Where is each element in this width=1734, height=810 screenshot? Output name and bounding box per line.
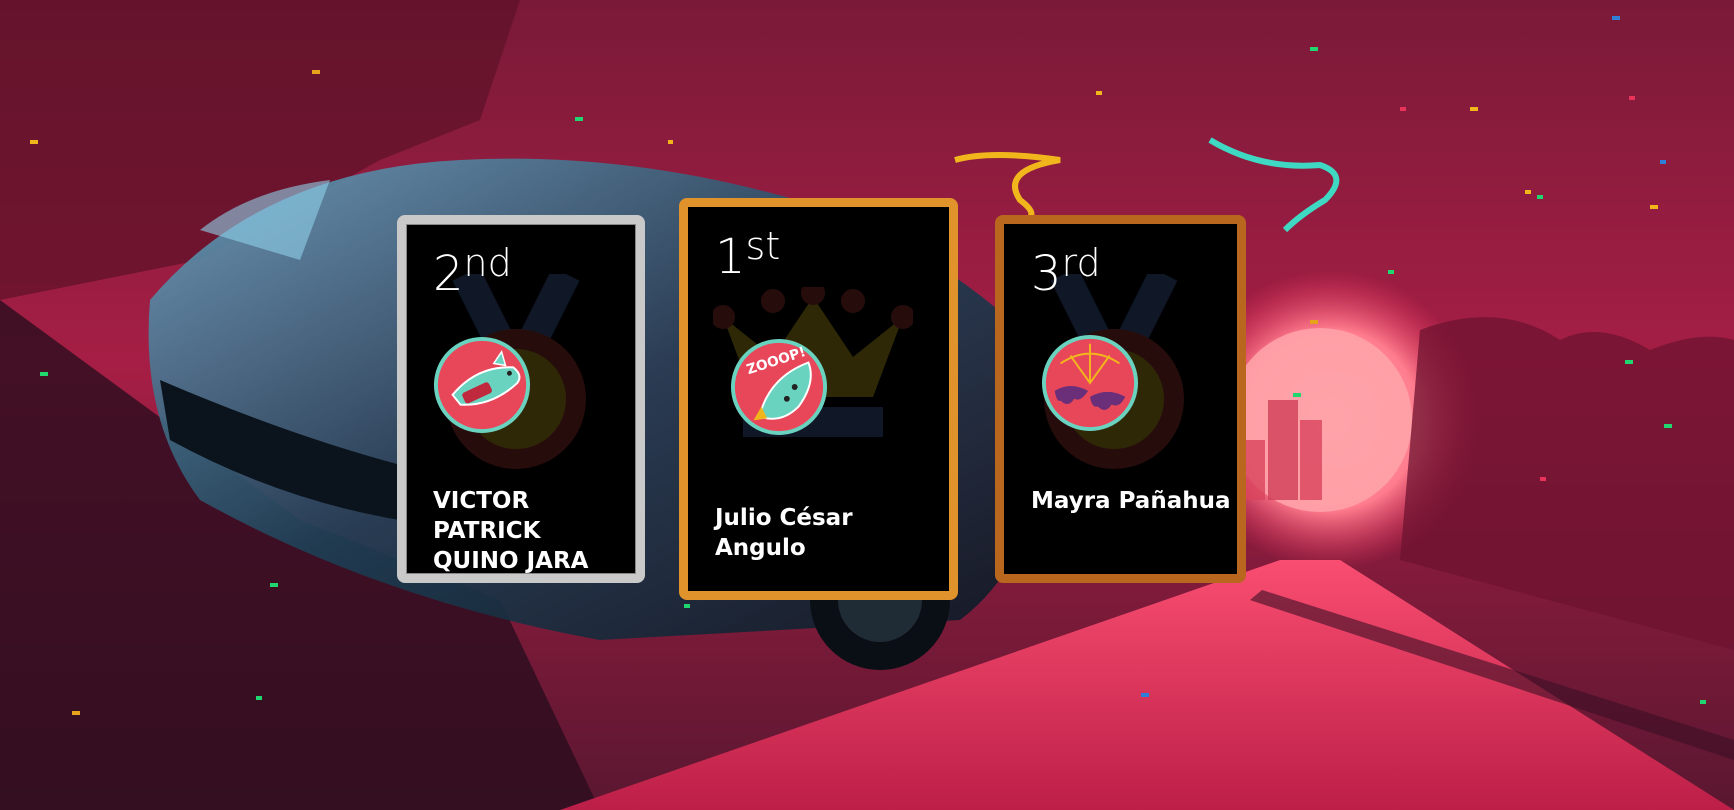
rank-label: 3rd — [1031, 241, 1101, 302]
podium-card-third: 3rd Mayra Pañahua — [995, 215, 1246, 583]
rank-label: 2nd — [433, 241, 512, 302]
bat-web-icon — [1041, 334, 1139, 432]
player-name: Julio César Angulo — [715, 505, 853, 561]
zooop-rocket-icon: ZOOOP! — [730, 338, 828, 436]
podium-card-second: 2nd VICTOR PATRICK QUINO JARA — [397, 215, 645, 583]
shark-rocket-icon — [433, 336, 531, 434]
rank-label: 1st — [715, 224, 781, 285]
player-name: VICTOR PATRICK QUINO JARA — [433, 488, 589, 574]
player-name: Mayra Pañahua — [1031, 488, 1231, 514]
podium-card-first: 1st ZOOOP! Julio César Angulo — [679, 198, 958, 600]
